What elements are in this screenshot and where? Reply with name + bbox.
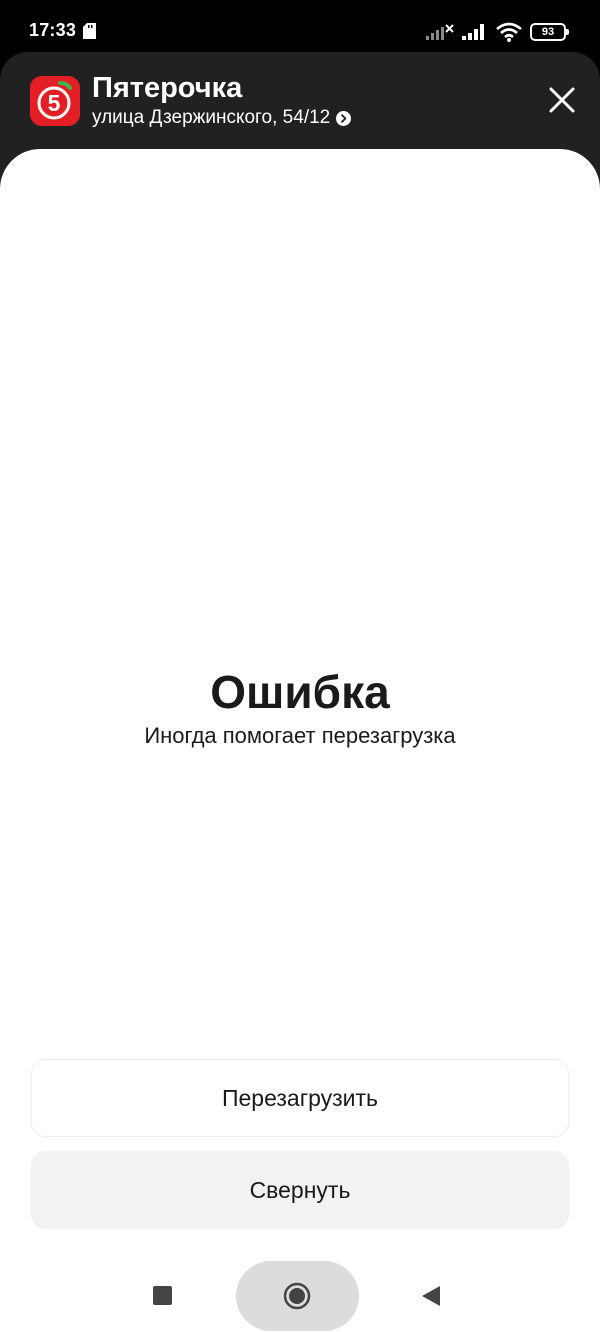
error-content: Ошибка Иногда помогает перезагрузка Пере… <box>0 149 600 1332</box>
reload-button-label: Перезагрузить <box>221 1084 379 1111</box>
recent-apps-icon[interactable] <box>153 1286 172 1305</box>
status-icons: 93 <box>426 20 569 44</box>
home-button[interactable] <box>236 1261 359 1331</box>
reload-button[interactable]: Перезагрузить <box>31 1059 569 1137</box>
error-title: Ошибка <box>210 666 390 718</box>
collapse-button-label: Свернуть <box>249 1176 351 1203</box>
sd-card-icon <box>83 23 96 39</box>
close-icon[interactable] <box>546 84 578 116</box>
back-icon[interactable] <box>421 1285 441 1307</box>
status-bar: 17:33 93 <box>0 0 600 56</box>
battery-level: 93 <box>541 26 555 38</box>
app-sheet: 5 Пятерочка улица Дзержинского, 54/12 Ош… <box>0 52 600 1332</box>
store-name: Пятерочка <box>92 72 243 104</box>
svg-text:5: 5 <box>48 90 61 116</box>
pyaterochka-logo-icon: 5 <box>30 76 80 126</box>
status-time: 17:33 <box>29 20 77 40</box>
home-icon <box>283 1282 311 1310</box>
store-address: улица Дзержинского, 54/12 <box>92 107 331 128</box>
signal-bars-icon <box>462 24 484 40</box>
error-subtitle: Иногда помогает перезагрузка <box>144 723 456 748</box>
store-address-link[interactable]: улица Дзержинского, 54/12 <box>92 107 352 129</box>
collapse-button[interactable]: Свернуть <box>31 1151 569 1229</box>
wifi-icon <box>496 22 522 42</box>
battery-icon: 93 <box>530 23 569 41</box>
phone-screen: 17:33 93 5 Пятерочка улица Дзержинского,… <box>0 0 600 1332</box>
store-header: 5 Пятерочка улица Дзержинского, 54/12 <box>0 52 600 150</box>
chevron-right-circle-icon <box>336 110 352 126</box>
signal-no-service-icon <box>426 24 454 40</box>
system-nav-bar <box>0 1250 600 1332</box>
